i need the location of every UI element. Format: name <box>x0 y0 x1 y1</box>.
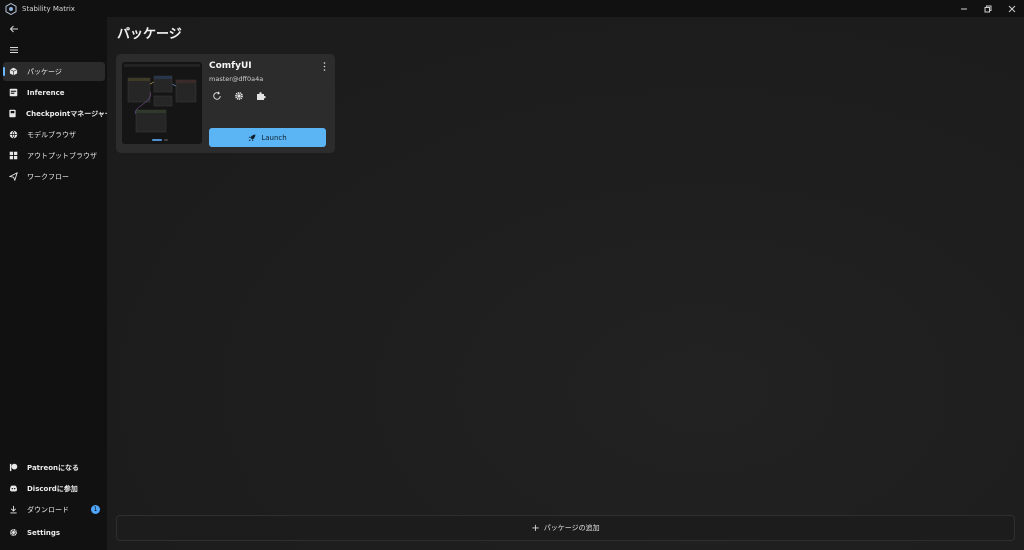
minimize-icon <box>961 8 967 9</box>
sidebar-item-label: アウトプットブラウザ <box>27 151 97 160</box>
refresh-icon <box>213 91 221 100</box>
package-name: ComfyUI <box>209 61 252 71</box>
add-package-button[interactable]: + パッケージの追加 <box>116 515 1015 541</box>
restore-button[interactable] <box>976 0 1000 17</box>
sidebar-item-output-browser[interactable]: アウトプットブラウザ <box>3 146 105 165</box>
sidebar: パッケージ Inference Checkpointマネージャー モデルブラウザ… <box>0 17 112 550</box>
title-bar: Stability Matrix <box>0 0 1024 17</box>
sidebar-item-label: ダウンロード <box>27 505 69 514</box>
launch-button[interactable]: Launch <box>209 128 326 147</box>
discord-icon <box>8 484 18 494</box>
sidebar-item-settings[interactable]: Settings <box>3 523 105 542</box>
puzzle-icon <box>257 92 266 100</box>
sidebar-item-patreon[interactable]: Patreonになる <box>3 458 105 477</box>
restore-icon <box>984 5 992 12</box>
menu-toggle-button[interactable] <box>7 43 21 57</box>
patreon-icon <box>8 463 18 473</box>
package-menu-button[interactable] <box>319 60 329 72</box>
output-browser-icon <box>8 151 18 161</box>
launch-label: Launch <box>261 133 287 142</box>
sidebar-item-discord[interactable]: Discordに参加 <box>3 479 105 498</box>
arrow-left-icon <box>9 25 18 33</box>
sidebar-item-packages[interactable]: パッケージ <box>3 62 105 81</box>
close-button[interactable] <box>1000 0 1024 17</box>
main-content: パッケージ ComfyUI master@dff0a4a Launch + パッ… <box>107 17 1024 550</box>
app-title: Stability Matrix <box>22 4 75 13</box>
download-count-badge: 1 <box>91 505 100 514</box>
package-version: master@dff0a4a <box>209 75 264 83</box>
package-thumbnail <box>122 62 202 144</box>
close-icon <box>1008 5 1016 12</box>
gear-icon <box>8 528 18 538</box>
more-vertical-icon <box>323 61 325 71</box>
rocket-icon <box>248 134 256 141</box>
active-indicator <box>3 67 5 76</box>
sidebar-item-label: Inference <box>27 88 65 97</box>
app-logo-icon <box>5 2 17 15</box>
checkpoint-icon <box>8 109 17 119</box>
sidebar-item-label: Patreonになる <box>27 463 80 472</box>
sidebar-item-model-browser[interactable]: モデルブラウザ <box>3 125 105 144</box>
sidebar-item-label: ワークフロー <box>27 172 69 181</box>
download-icon <box>8 505 18 515</box>
gear-icon <box>235 92 243 100</box>
back-button[interactable] <box>7 22 21 36</box>
update-button[interactable] <box>209 88 225 104</box>
package-icon <box>8 67 18 77</box>
add-package-label: パッケージの追加 <box>543 524 600 532</box>
sidebar-item-label: パッケージ <box>27 67 62 76</box>
page-title: パッケージ <box>117 27 182 42</box>
sidebar-item-workflow[interactable]: ワークフロー <box>3 167 105 186</box>
inference-icon <box>8 88 18 98</box>
sidebar-item-label: モデルブラウザ <box>27 130 76 139</box>
package-card: ComfyUI master@dff0a4a Launch <box>116 54 335 153</box>
workflow-icon <box>8 172 18 182</box>
model-browser-icon <box>8 130 18 140</box>
window-controls <box>952 0 1024 17</box>
sidebar-item-inference[interactable]: Inference <box>3 83 105 102</box>
sidebar-item-label: Checkpointマネージャー <box>26 109 112 118</box>
minimize-button[interactable] <box>952 0 976 17</box>
hamburger-icon <box>10 47 18 53</box>
extensions-button[interactable] <box>253 88 269 104</box>
sidebar-item-checkpoint-manager[interactable]: Checkpointマネージャー <box>3 104 112 123</box>
comfyui-preview-image <box>122 62 202 144</box>
sidebar-item-label: Settings <box>27 528 61 537</box>
sidebar-item-label: Discordに参加 <box>27 484 78 493</box>
package-settings-button[interactable] <box>231 88 247 104</box>
plus-icon: + <box>531 522 540 534</box>
sidebar-item-download[interactable]: ダウンロード 1 <box>3 500 105 519</box>
